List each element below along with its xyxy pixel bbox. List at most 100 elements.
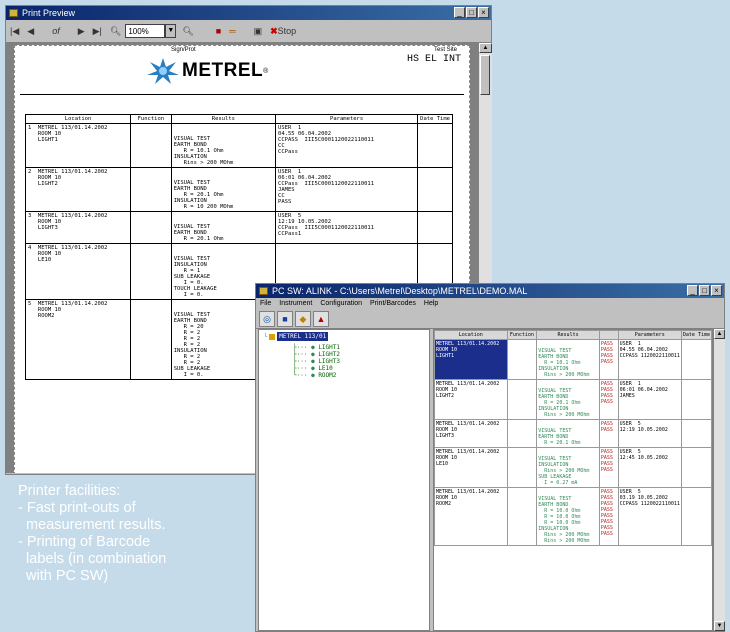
results-cell: VISUAL TEST EARTH BOND R = 20.1 Ohm INSU… (536, 379, 600, 420)
table-row[interactable]: METREL 113/01.14.2002 ROOM 10 LIGHT2 VISU… (434, 379, 712, 420)
tree-item[interactable]: ├··· ● LE10 (293, 365, 340, 372)
folder-icon (269, 333, 276, 340)
datetime-cell (680, 447, 712, 488)
page-header-right-label: Test Site (433, 47, 457, 53)
parameters-cell: USER 5 03.19 10.05.2002 CCPASS 112002211… (617, 487, 682, 546)
function-cell (130, 243, 172, 300)
menu-bar: File Instrument Configuration Print/Barc… (256, 298, 724, 309)
zoom-icon[interactable]: 🔍︎ (110, 26, 121, 37)
scroll-down-icon[interactable]: ▼ (714, 621, 725, 631)
print-icon[interactable]: ▲ (313, 311, 329, 327)
function-cell (130, 211, 172, 244)
table-row[interactable]: METREL 113/01.14.2002 ROOM 10 LIGHT3 VISU… (434, 419, 712, 448)
parameters-cell: USER 5 12:19 10.05.2002 (617, 419, 682, 448)
menu-file[interactable]: File (260, 298, 271, 309)
menu-help[interactable]: Help (424, 298, 438, 309)
column-header: Date Time (680, 330, 712, 340)
close-button[interactable]: × (478, 7, 489, 18)
scroll-thumb[interactable] (480, 55, 490, 95)
next-page-button[interactable]: ▶ (78, 26, 85, 37)
column-header: Function (130, 114, 172, 124)
datetime-cell (680, 379, 712, 420)
column-header: Function (506, 330, 538, 340)
menu-configuration[interactable]: Configuration (320, 298, 362, 309)
tree-item[interactable]: ├··· ● LIGHT1 (293, 344, 340, 351)
caption-line: measurement results. (18, 517, 166, 533)
maximize-button[interactable]: □ (466, 7, 477, 18)
scroll-up-icon[interactable]: ▲ (479, 43, 492, 53)
function-cell (130, 167, 172, 212)
results-cell: VISUAL TEST EARTH BOND R = 10.1 Ohm INSU… (170, 123, 277, 168)
tree-root-row[interactable]: └ METREL 113/01 (263, 332, 329, 341)
minimize-button[interactable]: _ (687, 285, 698, 296)
window-title: PC SW: ALINK - C:\Users\Metrel\Desktop\M… (272, 286, 528, 296)
table-row[interactable]: METREL 113/01.14.2002 ROOM 10 LE10 VISUAL… (434, 447, 712, 488)
preview-toolbar: |◀ ◀ of ▶ ▶| 🔍︎ 100% ▼ 🔍︎ ■ ═ ▣ ✖ Stop (6, 20, 491, 43)
function-cell (506, 419, 538, 448)
datetime-cell (417, 211, 453, 244)
page-setup-icon[interactable]: ═ (229, 26, 235, 36)
metrel-logo: METREL ® (146, 58, 268, 84)
results-cell: VISUAL TEST EARTH BOND R = 20.1 Ohm (536, 419, 600, 448)
app-icon (9, 9, 18, 17)
open-icon[interactable]: ◆ (295, 311, 311, 327)
tree-item[interactable]: ├··· ● LIGHT3 (293, 358, 340, 365)
prev-page-button[interactable]: ◀ (27, 26, 34, 37)
pcsw-titlebar[interactable]: PC SW: ALINK - C:\Users\Metrel\Desktop\M… (256, 284, 724, 298)
chevron-down-icon[interactable]: ▼ (165, 24, 177, 38)
function-cell (130, 299, 172, 380)
parameters-cell: USER 1 06:01 06.04.2002 CCPass III5C0001… (275, 167, 419, 212)
function-cell (506, 339, 538, 380)
parameters-cell: USER 1 04.55 06.04.2002 CCPASS III5C0001… (275, 123, 419, 168)
results-table: Location Function Results Parameters Date Ti… (434, 330, 712, 546)
results-cell: VISUAL TEST INSULATION Rins > 200 MOhm S… (536, 447, 600, 488)
minimize-button[interactable]: _ (454, 7, 465, 18)
first-page-button[interactable]: |◀ (10, 26, 19, 37)
metrel-star-icon (147, 58, 179, 84)
function-cell (506, 447, 538, 488)
results-cell: VISUAL TEST EARTH BOND R = 20.1 Ohm (170, 211, 277, 244)
pass-cell: PASS PASS (598, 419, 619, 448)
caption-line: with PC SW) (18, 568, 109, 584)
location-cell: METREL 113/01.14.2002 ROOM 10 ROOM2 (434, 487, 508, 546)
maximize-button[interactable]: □ (699, 285, 710, 296)
column-header (598, 330, 619, 340)
pcsw-window: PC SW: ALINK - C:\Users\Metrel\Desktop\M… (255, 283, 725, 632)
table-row[interactable]: METREL 113/01.14.2002 ROOM 10 ROOM2 VISUA… (434, 487, 712, 546)
tree-root-label[interactable]: METREL 113/01 (277, 332, 329, 341)
last-page-button[interactable]: ▶| (93, 26, 102, 37)
table-row[interactable]: METREL 113/01.14.2002 ROOM 10 LIGHT1 VISU… (434, 339, 712, 380)
column-header: Results (170, 114, 277, 124)
results-cell: VISUAL TEST EARTH BOND R = 20.1 Ohm INSU… (170, 167, 277, 212)
tree-item[interactable]: └··· ● ROOM2 (293, 372, 340, 379)
page-header-left: Sign/Prot (171, 47, 196, 53)
printer-setup-icon[interactable]: ■ (216, 26, 221, 36)
pass-cell: PASS PASS PASS PASS PASS PASS PASS PASS (598, 487, 619, 546)
table-row: 1 METREL 113/01.14.2002 ROOM 10 LIGHT1 VI… (25, 123, 453, 168)
parameters-cell: USER 1 04.55 06.04.2002 CCPASS 112002211… (617, 339, 682, 380)
print-preview-titlebar[interactable]: Print Preview _ □ × (6, 6, 491, 20)
stop-button[interactable]: Stop (278, 26, 297, 36)
table-row: 3 METREL 113/01.14.2002 ROOM 10 LIGHT3 VI… (25, 211, 453, 244)
menu-print-barcodes[interactable]: Print/Barcodes (370, 298, 416, 309)
datetime-cell (680, 339, 712, 380)
zoom-select[interactable]: 100% (125, 24, 166, 38)
print-icon[interactable]: ▣ (254, 26, 263, 37)
search-icon[interactable]: ◎ (259, 311, 275, 327)
pass-cell: PASS PASS PASS PASS (598, 379, 619, 420)
menu-instrument[interactable]: Instrument (279, 298, 312, 309)
save-icon[interactable]: ■ (277, 311, 293, 327)
stop-icon[interactable]: ✖ (270, 26, 278, 37)
results-vertical-scrollbar[interactable]: ▲ ▼ (713, 329, 725, 631)
close-button[interactable]: × (711, 285, 722, 296)
caption-line: - Fast print-outs of (18, 500, 136, 516)
parameters-cell: USER 5 12:45 10.05.2002 (617, 447, 682, 488)
table-row: 2 METREL 113/01.14.2002 ROOM 10 LIGHT2 VI… (25, 167, 453, 212)
scroll-up-icon[interactable]: ▲ (714, 329, 725, 339)
zoom-out-icon[interactable]: 🔍︎ (182, 26, 193, 37)
location-cell: 5 METREL 113/01.14.2002 ROOM 10 ROOM2 (25, 299, 132, 380)
tree-item[interactable]: ├··· ● LIGHT2 (293, 351, 340, 358)
datetime-cell (417, 123, 453, 168)
location-cell: METREL 113/01.14.2002 ROOM 10 LIGHT3 (434, 419, 508, 448)
results-panel: Location Function Results Parameters Date Ti… (433, 329, 713, 631)
